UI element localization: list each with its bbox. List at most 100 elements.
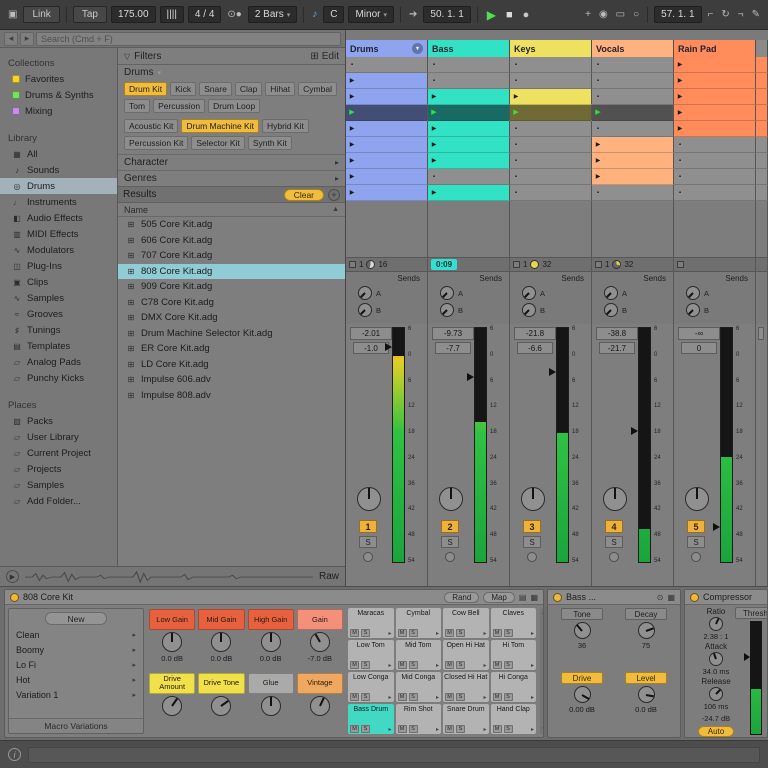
send-knob-b[interactable] (604, 303, 618, 317)
clip-slot[interactable]: ▶ (428, 137, 510, 153)
app-icon[interactable]: ▣ (6, 9, 19, 20)
param-value[interactable]: 0.00 dB (569, 705, 595, 714)
pad-solo-button[interactable]: S (361, 629, 370, 637)
map-button[interactable]: Map (483, 592, 515, 603)
drum-pad-low-tom[interactable]: Low TomMS▸ (348, 640, 394, 670)
pad-play-icon[interactable]: ▸ (531, 630, 534, 637)
device-title[interactable]: 808 Core Kit (23, 592, 73, 602)
param-knob[interactable] (709, 617, 723, 631)
tempo-display[interactable]: 175.00 (111, 6, 156, 23)
loop-button[interactable]: ↻ (719, 9, 731, 20)
clip-slot[interactable]: ▪ (592, 73, 674, 89)
clip-play-icon[interactable]: ▶ (428, 190, 440, 196)
drum-pad-hand-clap[interactable]: Hand ClapMS▸ (491, 704, 537, 734)
send-knob-b[interactable] (358, 303, 372, 317)
peak-display[interactable]: -6.6 (517, 342, 553, 354)
clip-slot[interactable]: ▪ (510, 153, 592, 169)
clip-play-icon[interactable]: ▶ (346, 190, 358, 196)
edit-filters-button[interactable]: ⊞Edit (310, 51, 339, 62)
sidebar-item-tunings[interactable]: ♯Tunings (0, 322, 117, 338)
track-header-vocals[interactable]: Vocals (592, 40, 674, 57)
clip-slot[interactable]: ▪ (428, 57, 510, 73)
pad-mute-button[interactable]: M (398, 725, 407, 733)
track-header-drums[interactable]: Drums▾ (346, 40, 428, 57)
result-item-c78-core-kit-adg[interactable]: ⊞C78 Core Kit.adg (118, 295, 345, 311)
volume-display[interactable]: -∞ (678, 327, 720, 340)
clip-slot[interactable]: ▶ (674, 57, 756, 73)
clip-slot[interactable]: ▪ (510, 185, 592, 201)
clip-stop-icon[interactable]: ▪ (428, 78, 440, 84)
filter-tag-acoustic-kit[interactable]: Acoustic Kit (124, 119, 178, 133)
metronome-toggle[interactable]: ⊙● (225, 9, 243, 20)
sidebar-item-packs[interactable]: ▧Packs (0, 413, 117, 429)
scale-menu[interactable]: Minor▾ (348, 6, 394, 23)
clip-play-icon[interactable]: ▶ (674, 126, 686, 132)
clip-slot[interactable]: ▶ (346, 137, 428, 153)
clip-slot[interactable]: ▶ (346, 89, 428, 105)
clip-stop-icon[interactable]: ▪ (592, 190, 604, 196)
param-knob[interactable] (574, 622, 591, 639)
macro-knob[interactable] (162, 632, 182, 652)
filter-group-genres[interactable]: Genres▸ (118, 170, 345, 186)
solo-button[interactable]: S (441, 536, 459, 548)
clip-play-icon[interactable]: ▶ (592, 174, 604, 180)
capture-midi-button[interactable]: ○ (631, 9, 641, 20)
tap-tempo-button[interactable]: Tap (73, 6, 107, 23)
track-menu-icon[interactable]: ▾ (412, 43, 423, 54)
pad-bank-scroll[interactable]: ▴▾ (540, 608, 543, 734)
track-activator-button[interactable]: 3 (523, 520, 541, 533)
peak-display[interactable]: -1.0 (353, 342, 389, 354)
volume-display[interactable]: -2.01 (350, 327, 392, 340)
pad-solo-button[interactable]: S (504, 725, 513, 733)
result-item-dmx-core-kit-adg[interactable]: ⊞DMX Core Kit.adg (118, 310, 345, 326)
raw-toggle[interactable]: Raw (319, 571, 339, 582)
clip-slot[interactable]: ▶ (428, 121, 510, 137)
macro-knob[interactable] (211, 632, 231, 652)
add-filter-button[interactable]: + (328, 189, 340, 201)
clip-stop-icon[interactable]: ▪ (592, 94, 604, 100)
clip-play-icon[interactable]: ▶ (510, 94, 522, 100)
drum-pad-mid-conga[interactable]: Mid CongaMS▸ (396, 672, 442, 702)
clip-play-icon[interactable]: ▶ (346, 94, 358, 100)
pad-mute-button[interactable]: M (493, 725, 502, 733)
clip-slot[interactable]: ▪ (592, 121, 674, 137)
result-item-impulse-808-adv[interactable]: ⊞Impulse 808.adv (118, 388, 345, 404)
drum-pad-low-conga[interactable]: Low CongaMS▸ (348, 672, 394, 702)
clip-slot[interactable]: ▪ (592, 185, 674, 201)
pad-play-icon[interactable]: ▸ (436, 694, 439, 701)
browser-section-header-places[interactable]: Places (0, 398, 117, 413)
clip-slot[interactable]: ▶ (346, 185, 428, 201)
peak-display[interactable]: -21.7 (599, 342, 635, 354)
sidebar-item-all[interactable]: ▦All (0, 146, 117, 162)
loop-start-display[interactable]: 57. 1. 1 (654, 6, 701, 23)
scroll-down-icon[interactable]: ▾ (542, 726, 543, 732)
sidebar-item-samples[interactable]: ▱Samples (0, 477, 117, 493)
threshold-value[interactable]: -24.7 dB (702, 714, 730, 723)
clip-stop-icon[interactable]: ▪ (592, 78, 604, 84)
result-item-909-core-kit-adg[interactable]: ⊞909 Core Kit.adg (118, 279, 345, 295)
clip-slot[interactable]: ▶ (674, 121, 756, 137)
clip-slot[interactable]: ▪ (428, 169, 510, 185)
track-header-keys[interactable]: Keys (510, 40, 592, 57)
preview-play-button[interactable]: ▶ (6, 570, 19, 583)
new-variation-button[interactable]: New (45, 612, 107, 625)
filter-tag-cymbal[interactable]: Cymbal (298, 82, 337, 96)
hot-swap-icon[interactable]: ⊙ (657, 593, 664, 602)
sidebar-item-drums-synths[interactable]: Drums & Synths (0, 87, 117, 103)
clip-slot[interactable]: ▶ (510, 89, 592, 105)
volume-display[interactable]: -21.8 (514, 327, 556, 340)
solo-button[interactable]: S (523, 536, 541, 548)
send-knob-a[interactable] (440, 286, 454, 300)
drum-pad-snare-drum[interactable]: Snare DrumMS▸ (443, 704, 489, 734)
filter-tag-selector-kit[interactable]: Selector Kit (191, 136, 244, 150)
device-title[interactable]: Bass ... (566, 592, 596, 602)
filter-tag-kick[interactable]: Kick (170, 82, 196, 96)
param-value[interactable]: 0.0 dB (635, 705, 657, 714)
clip-play-icon[interactable]: ▶ (346, 126, 358, 132)
pad-mute-button[interactable]: M (350, 725, 359, 733)
pad-mute-button[interactable]: M (445, 629, 454, 637)
pad-mute-button[interactable]: M (398, 693, 407, 701)
clip-slot[interactable]: ▶ (592, 137, 674, 153)
clip-slot[interactable]: ▪ (510, 57, 592, 73)
variation-boomy[interactable]: Boomy▸ (9, 642, 143, 657)
